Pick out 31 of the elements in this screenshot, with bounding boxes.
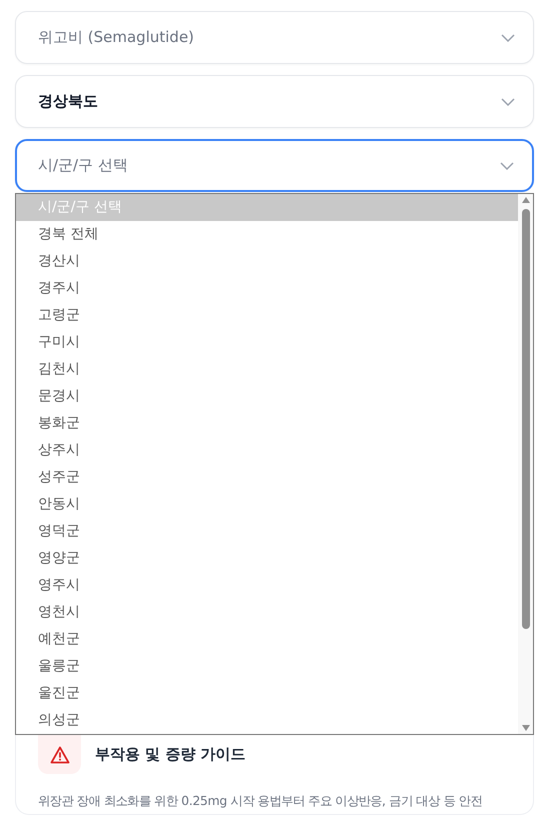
dropdown-option[interactable]: 문경시 — [16, 383, 518, 410]
select-field[interactable]: 시/군/구 선택 — [15, 139, 534, 192]
scroll-down-icon[interactable] — [520, 724, 530, 732]
dropdown-option[interactable]: 성주군 — [16, 464, 518, 491]
dropdown-option[interactable]: 영주시 — [16, 572, 518, 599]
chevron-down-icon — [501, 34, 515, 42]
chevron-down-icon — [500, 162, 514, 170]
scroll-up-icon[interactable] — [520, 196, 530, 204]
card-title: 부작용 및 증량 가이드 — [95, 745, 246, 764]
dropdown-option[interactable]: 김천시 — [16, 356, 518, 383]
dropdown-option[interactable]: 울릉군 — [16, 653, 518, 680]
dropdown-option[interactable]: 울진군 — [16, 680, 518, 707]
dropdown-option[interactable]: 안동시 — [16, 491, 518, 518]
dropdown-option[interactable]: 봉화군 — [16, 410, 518, 437]
dropdown-option[interactable]: 의성군 — [16, 707, 518, 734]
card-description: 위장관 장애 최소화를 위한 0.25mg 시작 용법부터 주요 이상반응, 금기 대상 등 안전 — [38, 792, 484, 810]
dropdown-option[interactable]: 영천시 — [16, 599, 518, 626]
dropdown-option[interactable]: 영양군 — [16, 545, 518, 572]
dropdown-option[interactable]: 구미시 — [16, 329, 518, 356]
chevron-down-icon — [501, 98, 515, 106]
guide-card[interactable]: 부작용 및 증량 가이드 위장관 장애 최소화를 위한 0.25mg 시작 용법부터 주요 이상반응, 금기 대상 등 안전 — [15, 735, 534, 815]
dropdown-option[interactable]: 고령군 — [16, 302, 518, 329]
warning-icon — [38, 735, 81, 774]
scrollbar[interactable] — [518, 194, 533, 734]
dropdown-option[interactable]: 경산시 — [16, 248, 518, 275]
dropdown-option[interactable]: 영덕군 — [16, 518, 518, 545]
dropdown-option[interactable]: 경주시 — [16, 275, 518, 302]
dropdown-option[interactable]: 경북 전체 — [16, 221, 518, 248]
select-field[interactable]: 경상북도 — [15, 75, 534, 128]
dropdown-option[interactable]: 예천군 — [16, 626, 518, 653]
dropdown-option[interactable]: 상주시 — [16, 437, 518, 464]
